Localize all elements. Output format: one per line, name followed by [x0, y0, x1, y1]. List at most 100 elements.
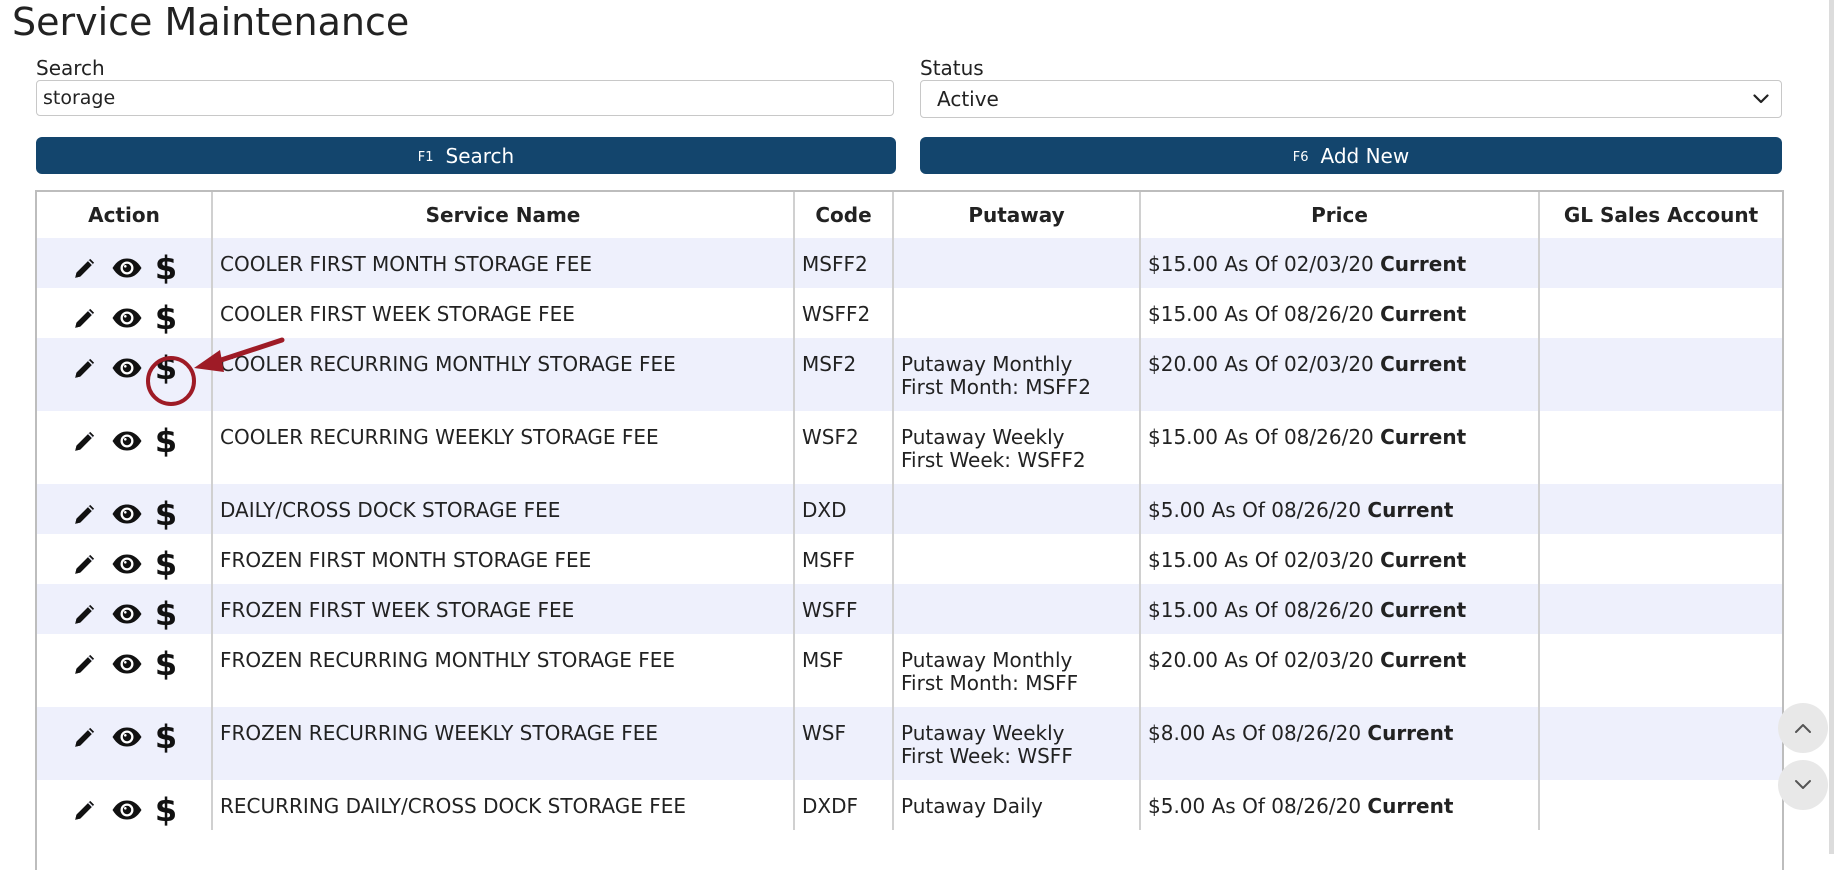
putaway-line-2: First Week: WSFF	[901, 744, 1073, 768]
putaway-line-2: First Month: MSFF2	[901, 375, 1091, 399]
price-value: $20.00 As Of 02/03/20	[1148, 648, 1374, 672]
putaway-line-1: Putaway Daily	[901, 794, 1043, 818]
price-status: Current	[1367, 721, 1454, 745]
putaway-line-2: First Month: MSFF	[901, 671, 1079, 695]
eye-icon[interactable]	[106, 251, 148, 285]
putaway-line-1: Putaway Monthly	[901, 648, 1073, 672]
gl-sales-account-cell	[1539, 288, 1782, 338]
eye-icon[interactable]	[106, 497, 148, 531]
putaway-cell	[893, 534, 1141, 584]
action-cell: $	[37, 534, 213, 584]
action-cell: $	[37, 288, 213, 338]
putaway-cell: Putaway Monthly First Month: MSFF2	[893, 338, 1141, 411]
dollar-icon[interactable]: $	[148, 547, 184, 581]
price-cell: $15.00 As Of 02/03/20 Current	[1140, 534, 1540, 584]
price-status: Current	[1380, 648, 1467, 672]
price-cell: $15.00 As Of 08/26/20 Current	[1140, 411, 1540, 484]
add-new-button[interactable]: F6 Add New	[920, 137, 1782, 174]
header-code[interactable]: Code	[794, 192, 894, 238]
code-cell: MSF	[794, 634, 894, 707]
header-service-name[interactable]: Service Name	[212, 192, 795, 238]
price-status: Current	[1367, 794, 1454, 818]
eye-icon[interactable]	[106, 597, 148, 631]
header-putaway[interactable]: Putaway	[893, 192, 1141, 238]
search-button[interactable]: F1 Search	[36, 137, 896, 174]
eye-icon[interactable]	[106, 647, 148, 681]
page-scrollbar[interactable]	[1829, 0, 1834, 854]
price-status: Current	[1380, 352, 1467, 376]
search-input[interactable]	[36, 80, 894, 116]
table-row: $ COOLER RECURRING MONTHLY STORAGE FEE MSF…	[37, 338, 1782, 411]
action-cell: $	[37, 411, 213, 484]
status-selected-value: Active	[937, 87, 999, 111]
search-shortcut-label: F1	[417, 150, 434, 165]
pencil-icon[interactable]	[64, 597, 106, 631]
service-name-cell: COOLER FIRST MONTH STORAGE FEE	[212, 238, 795, 288]
dollar-icon[interactable]: $	[148, 351, 184, 385]
putaway-cell: Putaway Weekly First Week: WSFF	[893, 707, 1141, 780]
price-value: $15.00 As Of 02/03/20	[1148, 548, 1374, 572]
price-status: Current	[1380, 425, 1467, 449]
action-cell: $	[37, 484, 213, 534]
service-name-cell: FROZEN RECURRING MONTHLY STORAGE FEE	[212, 634, 795, 707]
pencil-icon[interactable]	[64, 647, 106, 681]
price-status: Current	[1380, 548, 1467, 572]
eye-icon[interactable]	[106, 720, 148, 754]
dollar-icon[interactable]: $	[148, 424, 184, 458]
price-value: $15.00 As Of 08/26/20	[1148, 425, 1374, 449]
price-cell: $8.00 As Of 08/26/20 Current	[1140, 707, 1540, 780]
pencil-icon[interactable]	[64, 547, 106, 581]
add-new-shortcut-label: F6	[1292, 150, 1309, 165]
price-value: $20.00 As Of 02/03/20	[1148, 352, 1374, 376]
chevron-down-icon	[1741, 81, 1781, 117]
price-value: $15.00 As Of 02/03/20	[1148, 252, 1374, 276]
service-name-cell: DAILY/CROSS DOCK STORAGE FEE	[212, 484, 795, 534]
eye-icon[interactable]	[106, 351, 148, 385]
service-name-cell: COOLER FIRST WEEK STORAGE FEE	[212, 288, 795, 338]
dollar-icon[interactable]: $	[148, 597, 184, 631]
eye-icon[interactable]	[106, 793, 148, 827]
search-label: Search	[36, 56, 105, 80]
dollar-icon[interactable]: $	[148, 647, 184, 681]
action-cell: $	[37, 707, 213, 780]
table-row: $ COOLER FIRST WEEK STORAGE FEE WSFF2 $15.0…	[37, 288, 1782, 338]
dollar-icon[interactable]: $	[148, 251, 184, 285]
table-row: $ FROZEN RECURRING MONTHLY STORAGE FEE MSF…	[37, 634, 1782, 707]
dollar-icon[interactable]: $	[148, 720, 184, 754]
price-value: $15.00 As Of 08/26/20	[1148, 598, 1374, 622]
gl-sales-account-cell	[1539, 411, 1782, 484]
pencil-icon[interactable]	[64, 351, 106, 385]
pencil-icon[interactable]	[64, 251, 106, 285]
status-label: Status	[920, 56, 984, 80]
price-cell: $5.00 As Of 08/26/20 Current	[1140, 780, 1540, 830]
header-gl-sales-account[interactable]: GL Sales Account	[1539, 192, 1782, 238]
scroll-up-button[interactable]	[1778, 703, 1828, 753]
pencil-icon[interactable]	[64, 497, 106, 531]
dollar-icon[interactable]: $	[148, 793, 184, 827]
putaway-line-1: Putaway Monthly	[901, 352, 1073, 376]
code-cell: MSFF	[794, 534, 894, 584]
gl-sales-account-cell	[1539, 338, 1782, 411]
pencil-icon[interactable]	[64, 793, 106, 827]
pencil-icon[interactable]	[64, 424, 106, 458]
status-select[interactable]: Active	[920, 80, 1782, 118]
price-value: $8.00 As Of 08/26/20	[1148, 721, 1362, 745]
putaway-cell: Putaway Daily	[893, 780, 1141, 830]
eye-icon[interactable]	[106, 424, 148, 458]
dollar-icon[interactable]: $	[148, 497, 184, 531]
header-price[interactable]: Price	[1140, 192, 1540, 238]
table-row: $ FROZEN FIRST MONTH STORAGE FEE MSFF $15.0…	[37, 534, 1782, 584]
price-value: $15.00 As Of 08/26/20	[1148, 302, 1374, 326]
action-cell: $	[37, 780, 213, 830]
pencil-icon[interactable]	[64, 301, 106, 335]
pencil-icon[interactable]	[64, 720, 106, 754]
service-name-cell: RECURRING DAILY/CROSS DOCK STORAGE FEE	[212, 780, 795, 830]
header-action[interactable]: Action	[37, 192, 213, 238]
eye-icon[interactable]	[106, 301, 148, 335]
scroll-down-button[interactable]	[1778, 760, 1828, 810]
chevron-up-icon	[1795, 724, 1811, 733]
eye-icon[interactable]	[106, 547, 148, 581]
service-name-cell: FROZEN FIRST MONTH STORAGE FEE	[212, 534, 795, 584]
dollar-icon[interactable]: $	[148, 301, 184, 335]
service-name-cell: COOLER RECURRING MONTHLY STORAGE FEE	[212, 338, 795, 411]
